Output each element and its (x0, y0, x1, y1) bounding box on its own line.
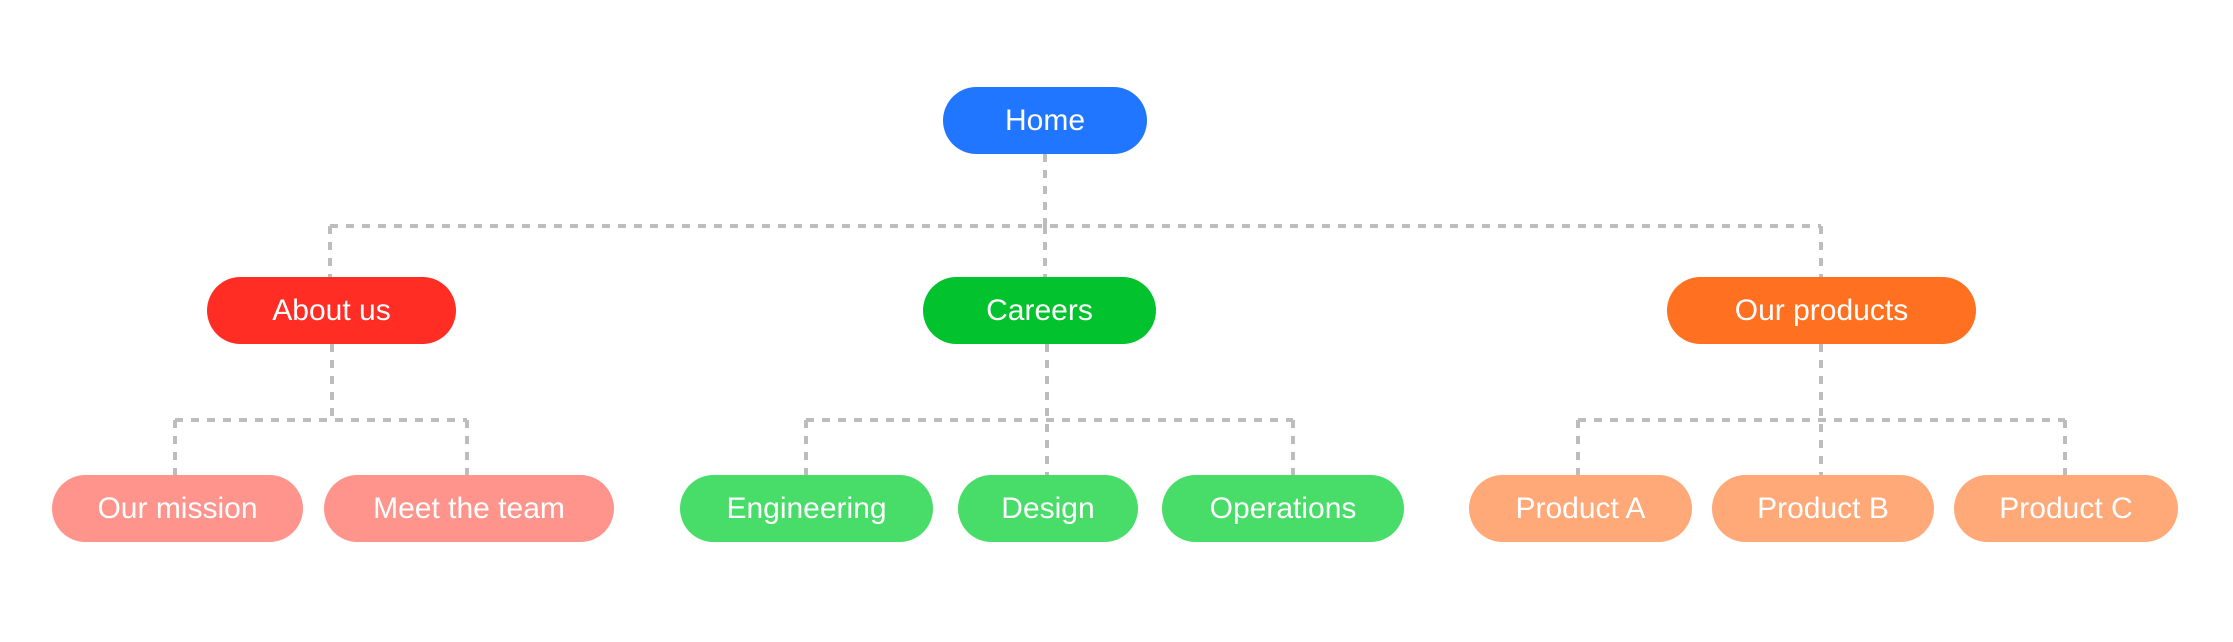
node-label: Home (1004, 103, 1086, 137)
node-home[interactable]: Home (943, 87, 1147, 154)
node-operations[interactable]: Operations (1162, 475, 1404, 542)
node-label: Operations (1209, 491, 1357, 525)
node-careers[interactable]: Careers (923, 277, 1156, 344)
sitemap-diagram: Home About us Careers Our products Our m… (0, 0, 2233, 642)
node-design[interactable]: Design (958, 475, 1138, 542)
node-label: Careers (986, 293, 1093, 327)
node-our-mission[interactable]: Our mission (52, 475, 303, 542)
node-product-a[interactable]: Product A (1469, 475, 1692, 542)
node-label: About us (272, 293, 391, 327)
node-label: Engineering (726, 491, 887, 525)
node-label: Product A (1515, 491, 1646, 525)
node-label: Our mission (97, 491, 258, 525)
node-label: Meet the team (373, 491, 565, 525)
node-about-us[interactable]: About us (207, 277, 456, 344)
node-label: Design (1001, 491, 1095, 525)
node-label: Our products (1734, 293, 1909, 327)
node-label: Product C (1999, 491, 2133, 525)
node-engineering[interactable]: Engineering (680, 475, 933, 542)
node-meet-the-team[interactable]: Meet the team (324, 475, 614, 542)
node-label: Product B (1757, 491, 1889, 525)
node-our-products[interactable]: Our products (1667, 277, 1976, 344)
node-product-b[interactable]: Product B (1712, 475, 1934, 542)
node-product-c[interactable]: Product C (1954, 475, 2178, 542)
